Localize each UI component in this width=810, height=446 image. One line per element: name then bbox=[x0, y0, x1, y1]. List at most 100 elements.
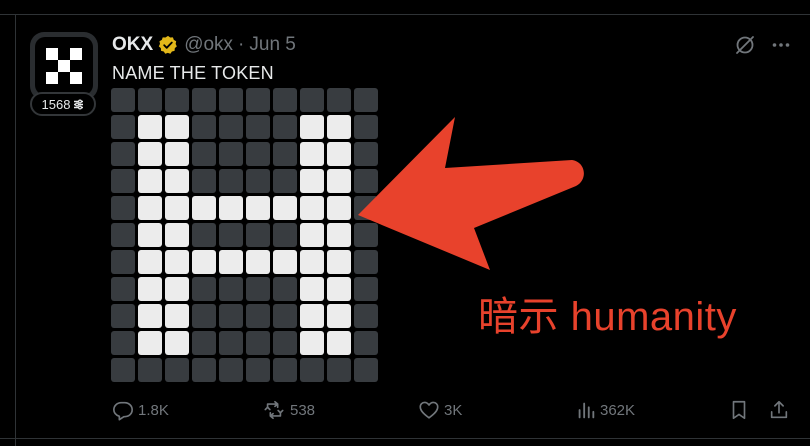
okx-logo-icon bbox=[46, 48, 82, 84]
reply-icon bbox=[113, 401, 133, 421]
pixel-cell bbox=[219, 88, 243, 112]
top-divider bbox=[0, 14, 810, 15]
grok-icon bbox=[736, 36, 754, 54]
pixel-cell bbox=[111, 169, 135, 193]
pixel-cell-lit bbox=[165, 223, 189, 247]
pixel-cell-lit bbox=[327, 115, 351, 139]
pixel-cell-lit bbox=[165, 250, 189, 274]
pixel-cell-lit bbox=[273, 196, 297, 220]
pixel-cell bbox=[273, 331, 297, 355]
pixel-cell bbox=[165, 88, 189, 112]
more-button[interactable] bbox=[770, 34, 792, 56]
post-header: OKX @okx · Jun 5 bbox=[112, 33, 296, 57]
like-button[interactable]: 3K bbox=[418, 398, 462, 422]
pixel-cell bbox=[354, 358, 378, 382]
pixel-cell bbox=[246, 88, 270, 112]
pixel-cell bbox=[273, 88, 297, 112]
share-icon bbox=[770, 400, 788, 419]
pixel-cell bbox=[273, 277, 297, 301]
left-divider bbox=[15, 14, 16, 446]
pixel-cell bbox=[354, 331, 378, 355]
share-button[interactable] bbox=[768, 398, 790, 422]
pixel-cell bbox=[219, 142, 243, 166]
pixel-cell-lit bbox=[246, 196, 270, 220]
avatar-badge-count: 1568 bbox=[41, 96, 71, 112]
reply-button[interactable]: 1.8K bbox=[112, 398, 169, 422]
pixel-cell bbox=[111, 304, 135, 328]
pixel-cell bbox=[219, 331, 243, 355]
pixel-cell-lit bbox=[138, 304, 162, 328]
pixel-cell-lit bbox=[138, 250, 162, 274]
pixel-cell bbox=[111, 142, 135, 166]
display-name[interactable]: OKX bbox=[112, 34, 153, 56]
pixel-cell bbox=[111, 277, 135, 301]
verified-badge-icon[interactable] bbox=[158, 35, 178, 55]
pixel-cell bbox=[354, 304, 378, 328]
post-date[interactable]: Jun 5 bbox=[249, 34, 295, 56]
pixel-cell bbox=[273, 223, 297, 247]
pixel-cell bbox=[246, 304, 270, 328]
pixel-cell-lit bbox=[165, 196, 189, 220]
post-text: NAME THE TOKEN bbox=[112, 63, 274, 83]
pixel-cell bbox=[327, 358, 351, 382]
pixel-cell-lit bbox=[219, 250, 243, 274]
pixel-cell-lit bbox=[327, 304, 351, 328]
post-top-actions bbox=[734, 34, 792, 56]
pixel-cell-lit bbox=[300, 277, 324, 301]
repost-count: 538 bbox=[290, 401, 316, 419]
avatar-badge[interactable]: 1568 bbox=[30, 92, 96, 116]
pixel-cell bbox=[111, 331, 135, 355]
pixel-cell-lit bbox=[327, 223, 351, 247]
pixel-cell bbox=[273, 169, 297, 193]
pixel-cell bbox=[219, 223, 243, 247]
pixel-cell bbox=[192, 142, 216, 166]
pixel-cell-lit bbox=[300, 169, 324, 193]
separator-dot: · bbox=[238, 34, 245, 55]
views-button[interactable]: 362K bbox=[576, 398, 635, 422]
pixel-cell bbox=[273, 358, 297, 382]
pixel-cell-lit bbox=[138, 223, 162, 247]
views-icon bbox=[578, 402, 595, 419]
pixel-cell-lit bbox=[192, 196, 216, 220]
pixel-cell-lit bbox=[300, 304, 324, 328]
pixel-cell bbox=[273, 304, 297, 328]
pixel-cell-lit bbox=[138, 169, 162, 193]
pixel-cell bbox=[219, 358, 243, 382]
pixel-cell bbox=[165, 358, 189, 382]
okx-logo bbox=[35, 37, 93, 95]
pixel-cell-lit bbox=[327, 196, 351, 220]
repost-icon bbox=[264, 400, 284, 420]
pixel-cell-lit bbox=[138, 331, 162, 355]
pixel-art-image[interactable] bbox=[111, 88, 381, 382]
pixel-cell-lit bbox=[327, 277, 351, 301]
pixel-cell-lit bbox=[246, 250, 270, 274]
pixel-cell bbox=[192, 358, 216, 382]
avatar[interactable] bbox=[30, 32, 98, 100]
pixel-cell bbox=[246, 277, 270, 301]
bookmark-button[interactable] bbox=[728, 398, 750, 422]
pixel-cell bbox=[192, 223, 216, 247]
like-count: 3K bbox=[444, 401, 463, 419]
pixel-cell-lit bbox=[273, 250, 297, 274]
grok-button[interactable] bbox=[734, 34, 756, 56]
pixel-cell-lit bbox=[165, 115, 189, 139]
pixel-cell bbox=[219, 115, 243, 139]
pixel-cell-lit bbox=[327, 331, 351, 355]
pixel-cell bbox=[111, 250, 135, 274]
annotation-text: 暗示 humanity bbox=[478, 295, 737, 339]
pixel-cell bbox=[192, 169, 216, 193]
pixel-cell bbox=[354, 277, 378, 301]
sliders-icon bbox=[74, 99, 84, 109]
handle[interactable]: @okx bbox=[184, 34, 233, 56]
pixel-cell bbox=[273, 115, 297, 139]
pixel-cell-lit bbox=[165, 277, 189, 301]
pixel-cell bbox=[246, 169, 270, 193]
pixel-cell bbox=[138, 358, 162, 382]
pixel-cell-lit bbox=[138, 115, 162, 139]
red-arrow-annotation bbox=[358, 117, 584, 270]
repost-button[interactable]: 538 bbox=[262, 398, 315, 422]
pixel-cell bbox=[192, 277, 216, 301]
pixel-cell-lit bbox=[327, 250, 351, 274]
pixel-cell bbox=[300, 358, 324, 382]
pixel-cell bbox=[246, 142, 270, 166]
